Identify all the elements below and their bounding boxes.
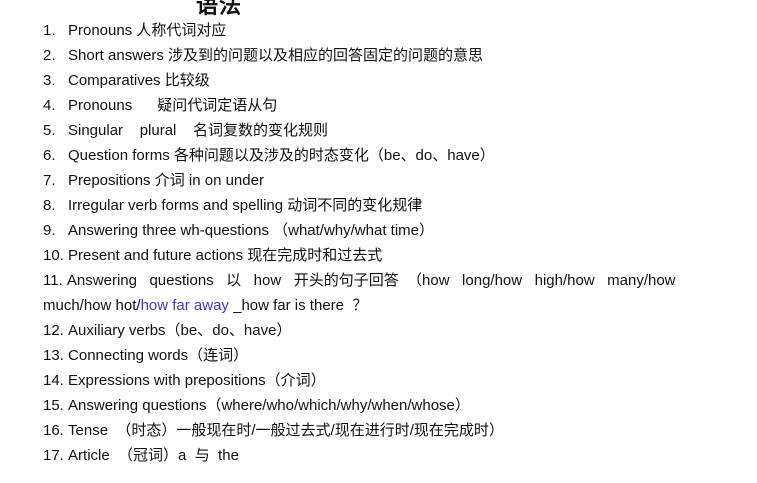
list-item: 2. Short answers 涉及到的问题以及相应的回答固定的问题的意思 — [43, 43, 723, 68]
item-text: Pronouns 人称代词对应 — [68, 22, 227, 39]
item-number: 7. — [43, 172, 56, 189]
list-item: 14. Expressions with prepositions（介词） — [43, 368, 723, 393]
item-text: Question forms 各种问题以及涉及的时态变化（be、do、have） — [68, 147, 495, 164]
item-number: 17. — [43, 447, 64, 464]
item-text: Comparatives 比较级 — [68, 72, 210, 89]
grammar-document: 语法 1. Pronouns 人称代词对应 2. Short answers 涉及到… — [0, 0, 757, 483]
item-text: Tense （时态）一般现在时/一般过去式/现在进行时/现在完成时） — [68, 422, 504, 439]
item-number: 13. — [43, 347, 64, 364]
item-number: 10. — [43, 247, 64, 264]
item-text-line1: Answering questions 以 how 开头的句子回答 （how l… — [66, 272, 676, 289]
item-text: Pronouns 疑问代词定语从句 — [68, 97, 278, 114]
list-item-continuation: much/how hot/how far away _how far is th… — [43, 293, 723, 318]
grammar-list: 1. Pronouns 人称代词对应 2. Short answers 涉及到的问题… — [43, 18, 723, 468]
item-number: 9. — [43, 222, 56, 239]
item-number: 4. — [43, 97, 56, 114]
list-item: 3. Comparatives 比较级 — [43, 68, 723, 93]
item-number: 12. — [43, 322, 64, 339]
item-text: Prepositions 介词 in on under — [68, 172, 264, 189]
item-text: Short answers 涉及到的问题以及相应的回答固定的问题的意思 — [68, 47, 484, 64]
item-number: 11. — [43, 272, 63, 289]
list-item: 11. Answering questions 以 how 开头的句子回答 （h… — [43, 268, 723, 293]
list-item: 12. Auxiliary verbs（be、do、have） — [43, 318, 723, 343]
item-number: 1. — [43, 22, 56, 39]
item-text: Singular plural 名词复数的变化规则 — [68, 122, 329, 139]
list-item: 17. Article （冠词）a 与 the — [43, 443, 723, 468]
item-text: Answering questions（where/who/which/why/… — [68, 397, 470, 414]
item-number: 15. — [43, 397, 64, 414]
list-item: 5. Singular plural 名词复数的变化规则 — [43, 118, 723, 143]
list-item: 7. Prepositions 介词 in on under — [43, 168, 723, 193]
item-text: Present and future actions 现在完成时和过去式 — [68, 247, 383, 264]
list-item: 8. Irregular verb forms and spelling 动词不同… — [43, 193, 723, 218]
item-number: 5. — [43, 122, 56, 139]
item-number: 14. — [43, 372, 64, 389]
highlighted-phrase: how far away — [140, 297, 229, 314]
item-number: 8. — [43, 197, 56, 214]
item-number: 16. — [43, 422, 64, 439]
list-item: 9. Answering three wh-questions （what/why… — [43, 218, 723, 243]
item-text: Article （冠词）a 与 the — [68, 447, 239, 464]
item-number: 3. — [43, 72, 56, 89]
item-text: Answering three wh-questions （what/why/w… — [68, 222, 434, 239]
item-number: 6. — [43, 147, 56, 164]
list-item: 1. Pronouns 人称代词对应 — [43, 18, 723, 43]
item-text-line2: much/how hot/ — [43, 297, 141, 314]
list-item: 13. Connecting words（连词） — [43, 343, 723, 368]
list-item: 15. Answering questions（where/who/which/… — [43, 393, 723, 418]
item-text-line2-tail: _how far is there ？ — [228, 297, 368, 314]
list-item: 4. Pronouns 疑问代词定语从句 — [43, 93, 723, 118]
page-heading: 语法 — [196, 0, 243, 19]
item-text: Irregular verb forms and spelling 动词不同的变… — [68, 197, 423, 214]
list-item: 16. Tense （时态）一般现在时/一般过去式/现在进行时/现在完成时） — [43, 418, 723, 443]
item-number: 2. — [43, 47, 56, 64]
list-item: 6. Question forms 各种问题以及涉及的时态变化（be、do、hav… — [43, 143, 723, 168]
item-text: Expressions with prepositions（介词） — [68, 372, 326, 389]
list-item: 10. Present and future actions 现在完成时和过去式 — [43, 243, 723, 268]
item-text: Connecting words（连词） — [68, 347, 249, 364]
item-text: Auxiliary verbs（be、do、have） — [68, 322, 292, 339]
